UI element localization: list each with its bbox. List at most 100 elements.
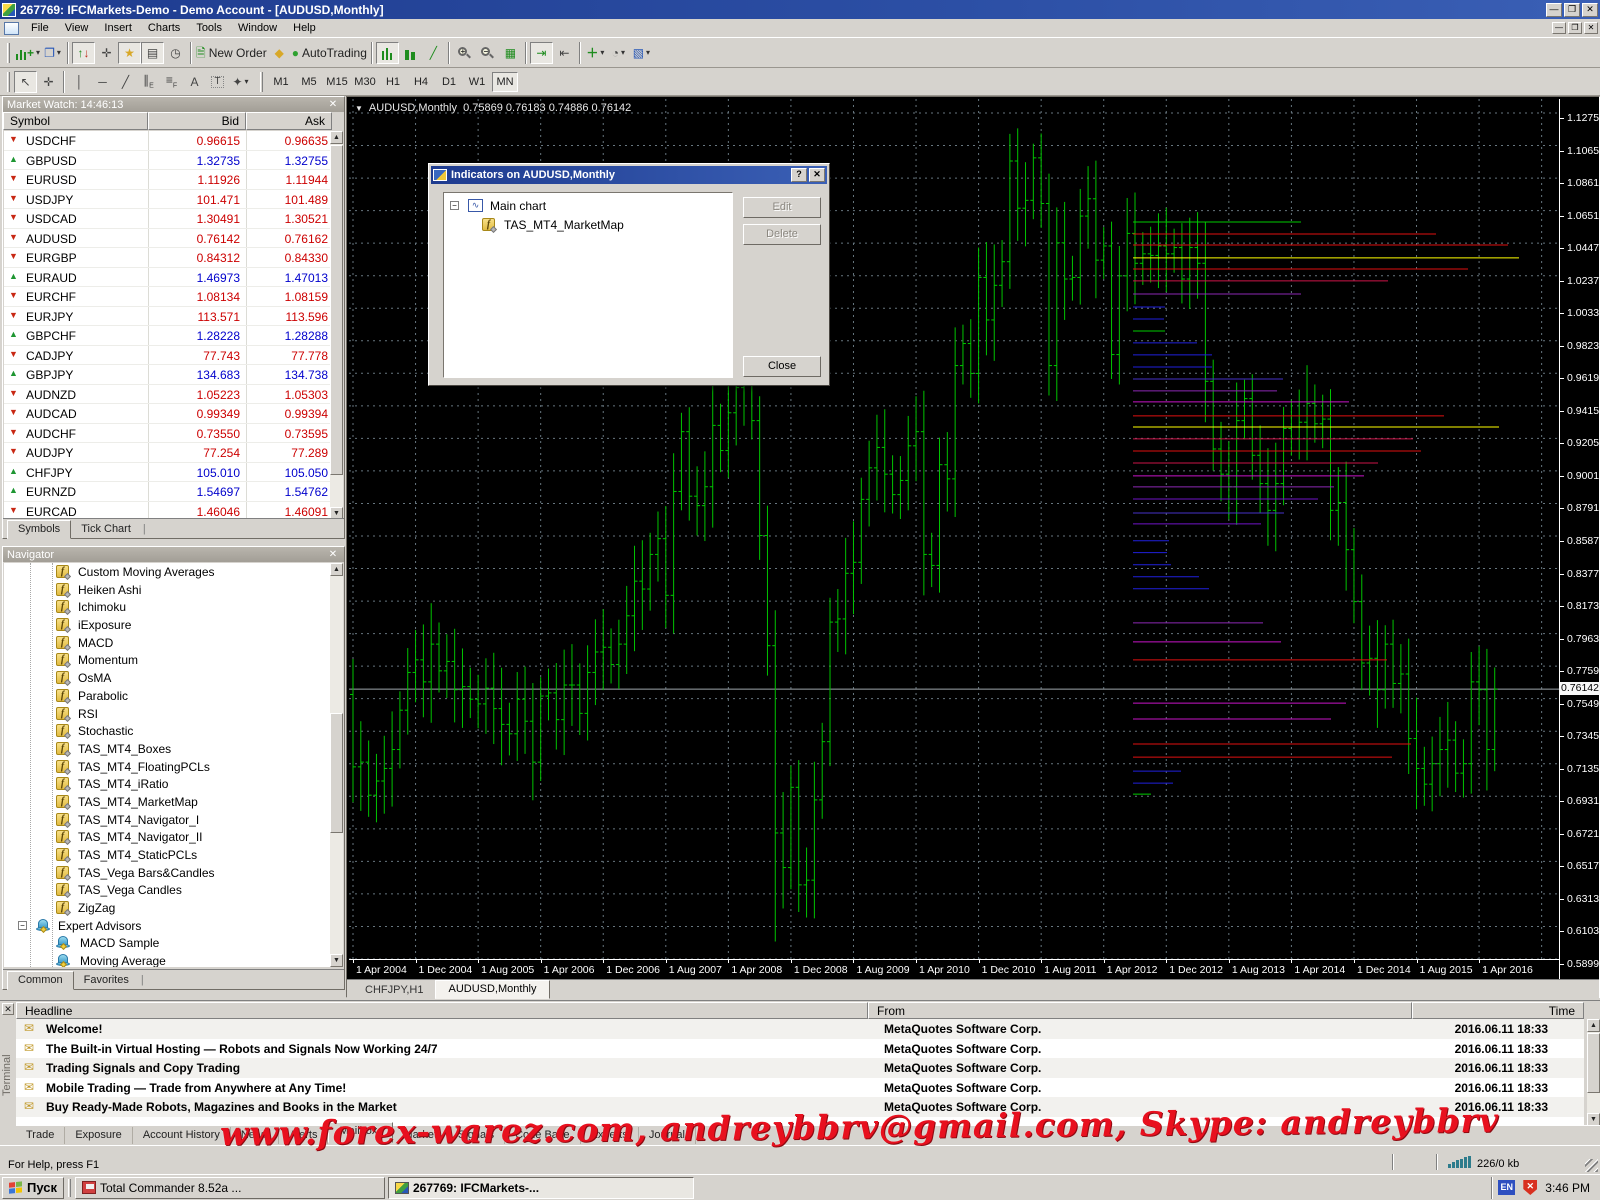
- market-watch-row[interactable]: ▼AUDCAD0.993490.99394: [4, 404, 332, 424]
- toolbar-grip-2[interactable]: [7, 72, 10, 92]
- mdi-minimize-button[interactable]: —: [1552, 22, 1566, 34]
- navigator-item-tas-mt4-boxes[interactable]: fTAS_MT4_Boxes: [4, 740, 332, 758]
- auto-scroll-button[interactable]: ⇥: [530, 42, 553, 64]
- metaeditor-button[interactable]: ◆: [268, 42, 291, 64]
- tab-tick-chart[interactable]: Tick Chart: [71, 521, 141, 538]
- mailbox-row[interactable]: ✉The Built-in Virtual Hosting — Robots a…: [16, 1039, 1584, 1059]
- market-watch-close-icon[interactable]: ✕: [326, 99, 340, 110]
- market-watch-row[interactable]: ▼USDCHF0.966150.96635: [4, 131, 332, 151]
- dialog-close-icon[interactable]: ✕: [809, 168, 825, 182]
- dialog-help-icon[interactable]: ?: [791, 168, 807, 182]
- navigator-item-parabolic[interactable]: fParabolic: [4, 687, 332, 705]
- terminal-tab-signals[interactable]: Signals: [448, 1127, 505, 1144]
- terminal-tab-trade[interactable]: Trade: [16, 1127, 65, 1144]
- tab-symbols[interactable]: Symbols: [7, 520, 71, 539]
- scrollbar-thumb[interactable]: [1587, 1033, 1600, 1093]
- terminal-scrollbar[interactable]: ▲ ▼: [1587, 1019, 1600, 1126]
- column-from[interactable]: From: [868, 1002, 1412, 1019]
- navigator-item-expert-advisors[interactable]: −Expert Advisors: [4, 917, 332, 935]
- chart-line-button[interactable]: ╱: [422, 42, 445, 64]
- market-watch-row[interactable]: ▼AUDUSD0.761420.76162: [4, 229, 332, 249]
- navigator-item-moving-average[interactable]: Moving Average: [4, 952, 332, 967]
- zoom-in-button[interactable]: +: [453, 42, 476, 64]
- strategy-tester-button[interactable]: ◷: [164, 42, 187, 64]
- cursor-tool-button[interactable]: ↖: [14, 71, 37, 93]
- market-watch-row[interactable]: ▲GBPJPY134.683134.738: [4, 365, 332, 385]
- close-button[interactable]: ✕: [1582, 3, 1598, 17]
- mdi-close-button[interactable]: ✕: [1584, 22, 1598, 34]
- market-watch-toggle-button[interactable]: ↑↓: [72, 42, 95, 64]
- navigator-scrollbar[interactable]: ▲ ▼: [330, 563, 343, 967]
- tile-windows-button[interactable]: ▦: [499, 42, 522, 64]
- column-bid[interactable]: Bid: [148, 112, 246, 130]
- delete-button[interactable]: Delete: [743, 224, 821, 245]
- market-watch-row[interactable]: ▼AUDNZD1.052231.05303: [4, 385, 332, 405]
- column-time[interactable]: Time: [1412, 1002, 1584, 1019]
- autotrading-button[interactable]: ●AutoTrading: [291, 42, 368, 64]
- periods-button[interactable]: ◔▾: [607, 42, 630, 64]
- chart-bars-button[interactable]: [376, 42, 399, 64]
- market-watch-row[interactable]: ▼EURUSD1.119261.11944: [4, 170, 332, 190]
- terminal-tab-journal[interactable]: Journal: [639, 1127, 696, 1144]
- navigator-item-tas-mt4-marketmap[interactable]: fTAS_MT4_MarketMap: [4, 793, 332, 811]
- text-tool-button[interactable]: A: [183, 71, 206, 93]
- market-watch-row[interactable]: ▲GBPUSD1.327351.32755: [4, 151, 332, 171]
- dialog-title-bar[interactable]: Indicators on AUDUSD,Monthly ? ✕: [431, 166, 827, 184]
- data-window-button[interactable]: ✛: [95, 42, 118, 64]
- minimize-button[interactable]: —: [1546, 3, 1562, 17]
- market-watch-row[interactable]: ▼EURGBP0.843120.84330: [4, 248, 332, 268]
- navigator-item-tas-mt4-staticpcls[interactable]: fTAS_MT4_StaticPCLs: [4, 846, 332, 864]
- menu-tools[interactable]: Tools: [188, 20, 230, 36]
- market-watch-scrollbar[interactable]: ▲ ▼: [330, 131, 343, 520]
- market-watch-row[interactable]: ▼USDJPY101.471101.489: [4, 190, 332, 210]
- time-axis[interactable]: 1 Apr 20041 Dec 20041 Aug 20051 Apr 2006…: [349, 959, 1559, 979]
- market-watch-row[interactable]: ▲CHFJPY105.010105.050: [4, 463, 332, 483]
- mailbox-row[interactable]: ✉Welcome!MetaQuotes Software Corp.2016.0…: [16, 1019, 1584, 1039]
- terminal-tab-code-base[interactable]: Code Base: [505, 1127, 580, 1144]
- new-order-button[interactable]: 🗎New Order: [195, 42, 268, 64]
- navigator-item-heiken-ashi[interactable]: fHeiken Ashi: [4, 581, 332, 599]
- timeframe-m5-button[interactable]: M5: [296, 72, 322, 92]
- terminal-tab-mailbox[interactable]: Mailbox7: [328, 1122, 393, 1143]
- new-chart-button[interactable]: +▾: [14, 42, 41, 64]
- navigator-item-tas-mt4-navigator-i[interactable]: fTAS_MT4_Navigator_I: [4, 811, 332, 829]
- navigator-toggle-button[interactable]: ★: [118, 42, 141, 64]
- price-axis[interactable]: 0.76142 1.127501.106501.086101.065101.04…: [1559, 99, 1599, 979]
- chart-system-menu-icon[interactable]: [4, 22, 19, 35]
- mdi-restore-button[interactable]: ❐: [1568, 22, 1582, 34]
- navigator-item-custom-moving-averages[interactable]: fCustom Moving Averages: [4, 563, 332, 581]
- profiles-button[interactable]: ❐▾: [41, 42, 64, 64]
- market-watch-row[interactable]: ▼AUDCHF0.735500.73595: [4, 424, 332, 444]
- timeframe-d1-button[interactable]: D1: [436, 72, 462, 92]
- navigator-item-rsi[interactable]: fRSI: [4, 705, 332, 723]
- timeframe-w1-button[interactable]: W1: [464, 72, 490, 92]
- language-indicator[interactable]: EN: [1498, 1180, 1515, 1195]
- market-watch-row[interactable]: ▼EURJPY113.571113.596: [4, 307, 332, 327]
- market-watch-row[interactable]: ▲GBPCHF1.282281.28288: [4, 326, 332, 346]
- navigator-item-osma[interactable]: fOsMA: [4, 669, 332, 687]
- navigator-item-iexposure[interactable]: fiExposure: [4, 616, 332, 634]
- scrollbar-thumb[interactable]: [330, 713, 343, 833]
- navigator-item-ichimoku[interactable]: fIchimoku: [4, 598, 332, 616]
- navigator-item-tas-vega-candles[interactable]: fTAS_Vega Candles: [4, 881, 332, 899]
- market-watch-row[interactable]: ▲EURAUD1.469731.47013: [4, 268, 332, 288]
- collapse-icon[interactable]: −: [18, 921, 27, 930]
- menu-window[interactable]: Window: [230, 20, 285, 36]
- market-watch-row[interactable]: ▼AUDJPY77.25477.289: [4, 443, 332, 463]
- scroll-up-icon[interactable]: ▲: [330, 563, 343, 576]
- menu-view[interactable]: View: [57, 20, 97, 36]
- timeframe-m30-button[interactable]: M30: [352, 72, 378, 92]
- scroll-down-icon[interactable]: ▼: [330, 954, 343, 967]
- security-shield-icon[interactable]: ✕: [1523, 1180, 1537, 1195]
- restore-button[interactable]: ❐: [1564, 3, 1580, 17]
- mailbox-row[interactable]: ✉Trading Signals and Copy TradingMetaQuo…: [16, 1058, 1584, 1078]
- column-ask[interactable]: Ask: [246, 112, 332, 130]
- taskbar-button-ifcmarkets[interactable]: 267769: IFCMarkets-...: [388, 1177, 694, 1199]
- fibonacci-tool-button[interactable]: ≡F: [160, 71, 183, 93]
- chart-tab-chfjpy-h1[interactable]: CHFJPY,H1: [353, 982, 435, 999]
- navigator-item-momentum[interactable]: fMomentum: [4, 651, 332, 669]
- timeframe-m1-button[interactable]: M1: [268, 72, 294, 92]
- navigator-item-macd[interactable]: fMACD: [4, 634, 332, 652]
- tab-favorites[interactable]: Favorites: [74, 972, 139, 989]
- column-symbol[interactable]: Symbol: [3, 112, 148, 130]
